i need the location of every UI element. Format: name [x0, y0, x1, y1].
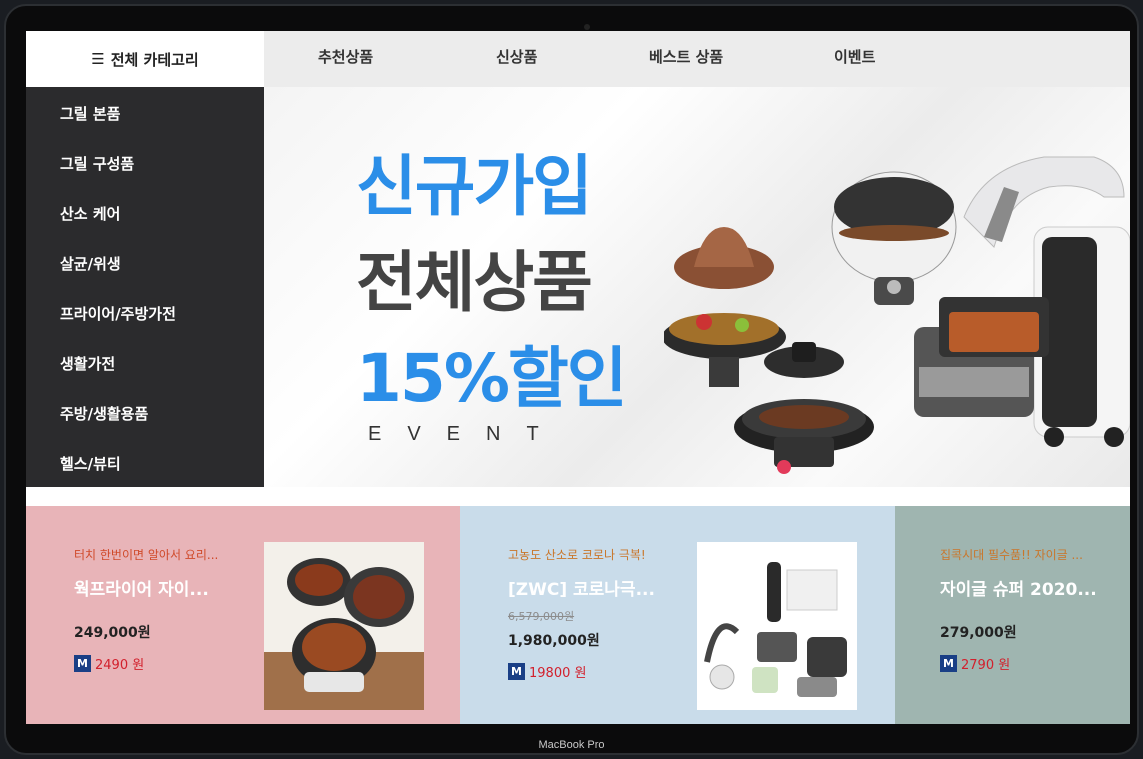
- banner-line-all-products: 전체상품: [356, 244, 593, 321]
- banner-products-image: [664, 156, 1130, 474]
- all-categories-label: 전체 카테고리: [110, 50, 199, 69]
- card-info: 집콕시대 필수품!! 자이글 ... 자이글 슈퍼 2020... 279,00…: [940, 546, 1120, 673]
- sidebar-item-grill[interactable]: 그릴 본품: [26, 97, 264, 147]
- mileage-badge-icon: M: [508, 663, 525, 680]
- hamburger-icon: ☰: [91, 50, 105, 68]
- round-grill-illustration: [734, 342, 874, 474]
- sidebar-item-sterilization[interactable]: 살균/위생: [26, 247, 264, 297]
- product-card-oxygen-device[interactable]: 고농도 산소로 코로나 극복! [ZWC] 코로나극... 6,579,000원…: [460, 506, 895, 724]
- card-original-price: 6,579,000원: [508, 610, 575, 623]
- top-nav: ☰ 전체 카테고리 추천상품 신상품 베스트 상품 이벤트: [26, 31, 1130, 87]
- nav-recommended[interactable]: 추천상품: [318, 31, 373, 81]
- card-title[interactable]: 자이글 슈퍼 2020...: [940, 575, 1120, 600]
- mileage-badge-icon: M: [940, 655, 957, 672]
- banner-text: 신규가입 전체상품 15%할인 EVENT: [356, 139, 627, 446]
- card-info: 터치 한번이면 알아서 요리... 웍프라이어 자이... 249,000원 M…: [74, 546, 274, 673]
- promo-banner[interactable]: 신규가입 전체상품 15%할인 EVENT: [264, 87, 1130, 487]
- product-cards: 터치 한번이면 알아서 요리... 웍프라이어 자이... 249,000원 M…: [26, 506, 1130, 724]
- dome-grill-illustration: [831, 171, 957, 305]
- sidebar-item-fryer-kitchen[interactable]: 프라이어/주방가전: [26, 297, 264, 347]
- mileage-amount: 19800 원: [529, 666, 587, 681]
- sidebar-item-home-appliance[interactable]: 생활가전: [26, 347, 264, 397]
- sidebar-item-grill-parts[interactable]: 그릴 구성품: [26, 147, 264, 197]
- nav-new[interactable]: 신상품: [496, 31, 537, 81]
- camera-dot: [584, 24, 590, 30]
- card-price: 279,000원: [940, 625, 1017, 641]
- card-mileage: M 19800 원: [508, 662, 708, 681]
- nav-event[interactable]: 이벤트: [834, 31, 875, 81]
- card-info: 고농도 산소로 코로나 극복! [ZWC] 코로나극... 6,579,000원…: [508, 546, 708, 681]
- all-categories-button[interactable]: ☰ 전체 카테고리: [26, 31, 264, 87]
- sidebar-item-kitchen-living[interactable]: 주방/생활용품: [26, 397, 264, 447]
- nav-best[interactable]: 베스트 상품: [649, 31, 723, 81]
- mileage-amount: 2790 원: [961, 658, 1011, 673]
- oxygen-device-set-illustration: [704, 562, 847, 697]
- sidebar-item-health-beauty[interactable]: 헬스/뷰티: [26, 447, 264, 497]
- sidebar-item-oxygen-care[interactable]: 산소 케어: [26, 197, 264, 247]
- card-product-image[interactable]: [264, 542, 424, 710]
- card-mileage: M 2790 원: [940, 654, 1120, 673]
- card-mileage: M 2490 원: [74, 654, 274, 673]
- category-sidebar: 그릴 본품 그릴 구성품 산소 케어 살균/위생 프라이어/주방가전 생활가전 …: [26, 87, 264, 487]
- banner-line-signup: 신규가입: [356, 148, 593, 225]
- screen: ☰ 전체 카테고리 추천상품 신상품 베스트 상품 이벤트 그릴 본품 그릴 구…: [26, 31, 1130, 724]
- product-card-wok-fryer[interactable]: 터치 한번이면 알아서 요리... 웍프라이어 자이... 249,000원 M…: [26, 506, 460, 724]
- card-tagline: 터치 한번이면 알아서 요리...: [74, 548, 219, 562]
- card-tagline: 고농도 산소로 코로나 극복!: [508, 548, 646, 562]
- card-product-image[interactable]: [697, 542, 857, 710]
- mileage-badge-icon: M: [74, 655, 91, 672]
- banner-line-discount: 15%할인: [356, 340, 627, 417]
- card-title[interactable]: 웍프라이어 자이...: [74, 575, 274, 600]
- card-tagline: 집콕시대 필수품!! 자이글 ...: [940, 548, 1083, 562]
- mileage-amount: 2490 원: [95, 658, 145, 673]
- product-card-zaigle-super[interactable]: 집콕시대 필수품!! 자이글 ... 자이글 슈퍼 2020... 279,00…: [895, 506, 1130, 724]
- card-price: 1,980,000원: [508, 633, 600, 649]
- card-price: 249,000원: [74, 625, 151, 641]
- electric-grill-illustration: [914, 297, 1049, 417]
- wok-fryer-illustration: [264, 558, 424, 710]
- card-title[interactable]: [ZWC] 코로나극...: [508, 575, 708, 600]
- device-model-label: MacBook Pro: [538, 739, 605, 751]
